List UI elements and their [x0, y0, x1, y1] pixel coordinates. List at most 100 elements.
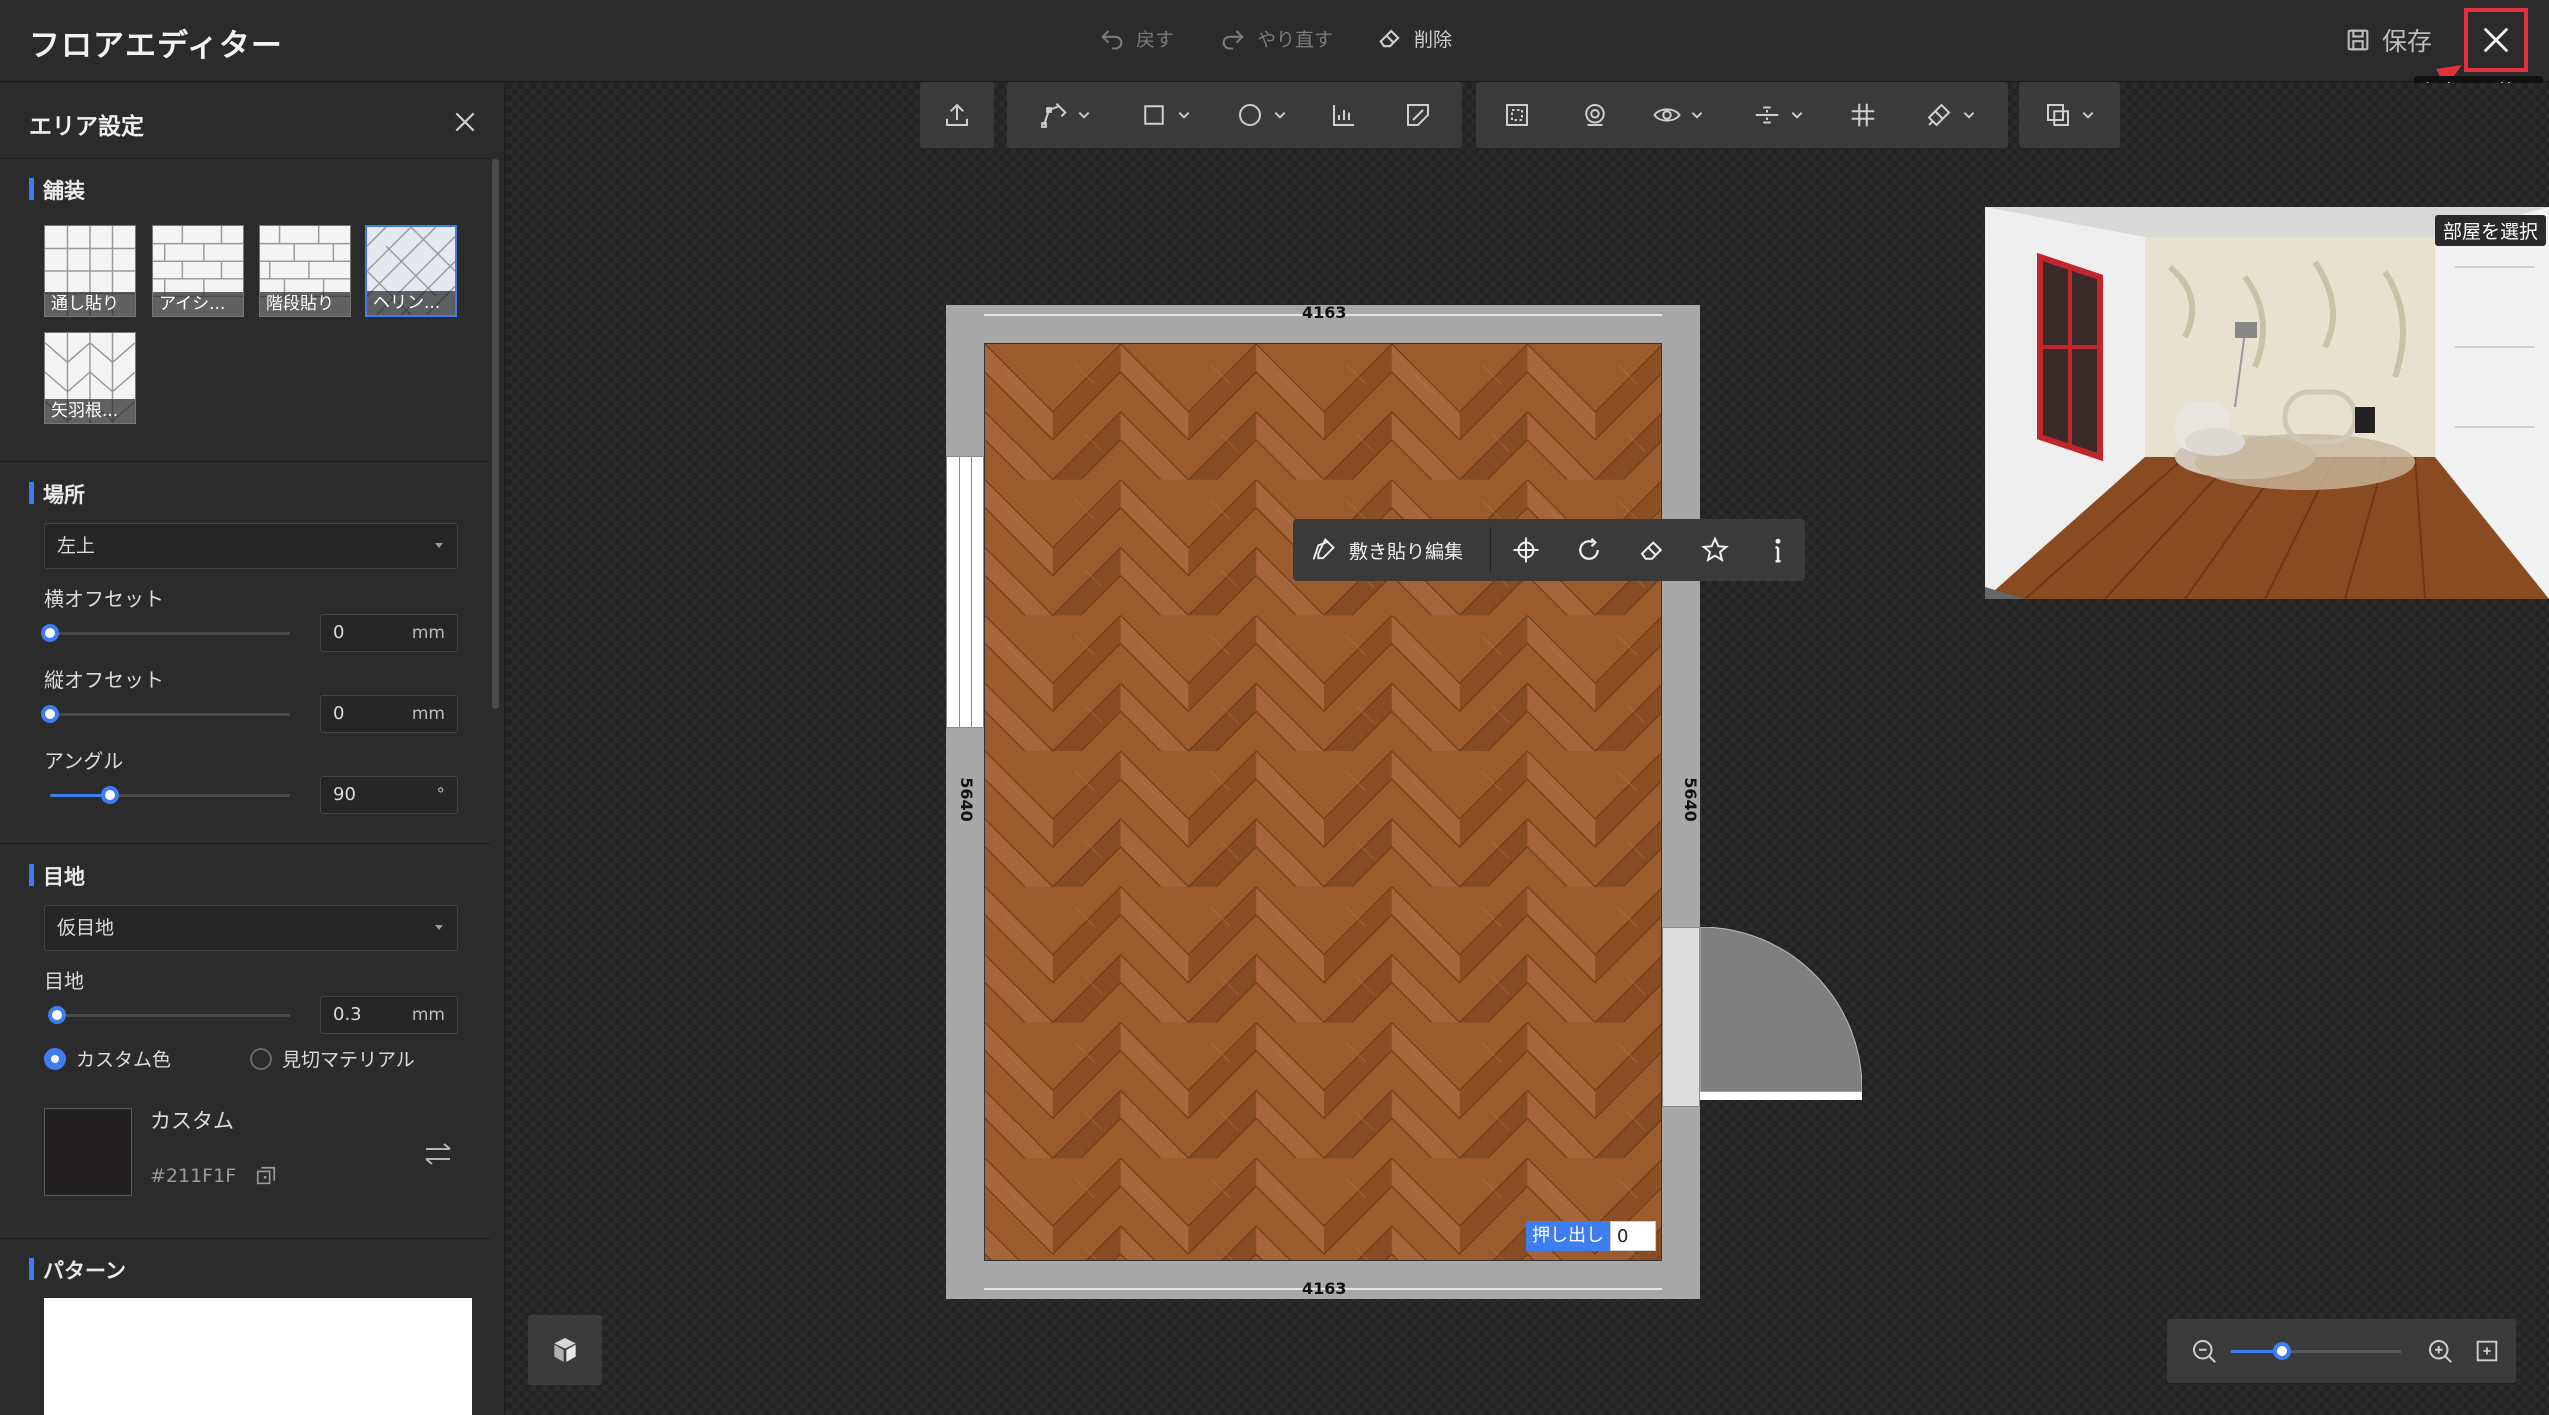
close-panel-icon[interactable]	[452, 109, 478, 135]
3d-preview[interactable]	[1985, 207, 2549, 599]
zoom-slider[interactable]	[2231, 1342, 2401, 1360]
top-bar: フロアエディター 戻す やり直す 削除 保存	[0, 0, 2549, 82]
save-button[interactable]: 保存	[2344, 22, 2432, 58]
radio-custom-label: カスタム色	[76, 1049, 172, 1071]
joint-width-value: 0.3	[333, 1004, 362, 1025]
swatch-herringbone[interactable]: ヘリン...	[365, 225, 457, 317]
undo-icon	[1101, 30, 1123, 50]
section-divider	[0, 461, 490, 462]
unit-label: mm	[411, 1005, 445, 1025]
radio-material-label: 見切マテリアル	[282, 1049, 415, 1071]
align-tool[interactable]	[1307, 82, 1381, 148]
h-offset-slider[interactable]	[41, 624, 290, 642]
extrude-label: 押し出し	[1526, 1221, 1610, 1251]
visibility-tool[interactable]	[1632, 82, 1724, 148]
region-edit-tool[interactable]	[1381, 82, 1455, 148]
position-select[interactable]: 左上	[44, 523, 458, 569]
3d-view-toggle[interactable]	[528, 1315, 602, 1385]
select-area-tool[interactable]	[1480, 82, 1554, 148]
unit-label: mm	[411, 623, 445, 643]
joint-width-label: 目地	[44, 969, 84, 993]
v-offset-input[interactable]: 0 mm	[320, 695, 458, 733]
panel-title: エリア設定	[29, 114, 144, 140]
unit-label: °	[436, 785, 446, 805]
save-label: 保存	[2382, 27, 2433, 56]
radio-trim-material[interactable]: 見切マテリアル	[250, 1045, 415, 1072]
color-name: カスタム	[150, 1109, 234, 1133]
slider-knob[interactable]	[41, 705, 59, 723]
slider-knob[interactable]	[101, 786, 119, 804]
undo-button[interactable]: 戻す	[1098, 24, 1174, 52]
color-swatch[interactable]	[44, 1108, 132, 1196]
circle-tool[interactable]	[1215, 82, 1307, 148]
eraser-icon[interactable]	[1637, 535, 1667, 565]
extrude-input[interactable]: 0	[1610, 1221, 1656, 1251]
delete-button[interactable]: 削除	[1376, 24, 1452, 52]
radio-custom-color[interactable]: カスタム色	[44, 1045, 171, 1072]
tiling-edit-button[interactable]: 敷き貼り編集	[1309, 519, 1463, 581]
slider-knob[interactable]	[48, 1006, 67, 1024]
h-offset-input[interactable]: 0 mm	[320, 614, 458, 652]
info-icon[interactable]	[1763, 535, 1793, 565]
angle-value: 90	[333, 784, 356, 805]
toolbar-group-draw	[1007, 82, 1462, 148]
redo-button[interactable]: やり直す	[1219, 24, 1333, 52]
upload-tool[interactable]	[920, 82, 994, 148]
select-room-button[interactable]: 部屋を選択	[2435, 215, 2547, 246]
swatch-stair[interactable]: 階段貼り	[259, 225, 351, 317]
copy-icon[interactable]	[255, 1165, 277, 1187]
swap-icon[interactable]	[422, 1141, 454, 1167]
lasso-tool[interactable]	[1558, 82, 1632, 148]
split-tool[interactable]	[1732, 82, 1824, 148]
door-swing[interactable]	[1700, 927, 1862, 1107]
joint-width-slider[interactable]	[48, 1006, 290, 1024]
paint-tool[interactable]	[1900, 82, 2000, 148]
zoom-out-icon[interactable]	[2189, 1336, 2219, 1366]
save-and-exit-button[interactable]	[2464, 8, 2528, 72]
layout-tool[interactable]	[2023, 82, 2115, 148]
dimension-bottom: 4163	[1302, 1279, 1347, 1298]
swatch-ashlar[interactable]: アイシ...	[152, 225, 244, 317]
swatch-straight[interactable]: 通し貼り	[44, 225, 136, 317]
lasso-icon	[1585, 104, 1605, 126]
slider-knob[interactable]	[41, 624, 59, 642]
position-value: 左上	[57, 535, 96, 557]
door-frame[interactable]	[1662, 927, 1700, 1107]
panel-scrollbar[interactable]	[492, 159, 499, 709]
rectangle-tool[interactable]	[1119, 82, 1211, 148]
rotate-icon[interactable]	[1574, 535, 1604, 565]
redo-label: やり直す	[1257, 28, 1334, 51]
zoom-in-icon[interactable]	[2425, 1336, 2455, 1366]
star-icon[interactable]	[1700, 535, 1730, 565]
window[interactable]	[946, 456, 984, 728]
angle-label: アングル	[44, 749, 124, 773]
upload-icon	[946, 103, 968, 126]
pattern-preview[interactable]	[44, 1298, 472, 1415]
unit-label: mm	[411, 704, 445, 724]
eye-icon	[1653, 108, 1681, 122]
grid-tool[interactable]	[1826, 82, 1900, 148]
panel-header: エリア設定	[0, 83, 490, 159]
joint-type-select[interactable]: 仮目地	[44, 905, 458, 951]
angle-input[interactable]: 90 °	[320, 776, 458, 814]
chevron-down-icon	[1691, 112, 1703, 119]
edit-tiling-icon	[1312, 537, 1335, 560]
rectangle-icon	[1144, 105, 1164, 125]
zoom-knob[interactable]	[2273, 1342, 2291, 1360]
select-area-icon	[1506, 104, 1528, 126]
chevron-down-icon	[1963, 112, 1975, 119]
swatch-label: 矢羽根...	[45, 399, 135, 423]
draw-path-tool[interactable]	[1015, 82, 1115, 148]
save-icon	[2347, 29, 2369, 51]
angle-slider[interactable]	[50, 786, 290, 804]
joint-type-value: 仮目地	[57, 917, 115, 939]
v-offset-slider[interactable]	[41, 705, 290, 723]
room-floor[interactable]	[984, 343, 1662, 1261]
joint-width-input[interactable]: 0.3 mm	[320, 996, 458, 1034]
pattern-section-title: パターン	[29, 1255, 126, 1285]
dimension-left: 5640	[956, 777, 976, 822]
extrude-control[interactable]: 押し出し 0	[1526, 1221, 1656, 1251]
move-icon[interactable]	[1511, 535, 1541, 565]
fit-view-icon[interactable]	[2473, 1337, 2501, 1365]
swatch-chevron[interactable]: 矢羽根...	[44, 332, 136, 424]
